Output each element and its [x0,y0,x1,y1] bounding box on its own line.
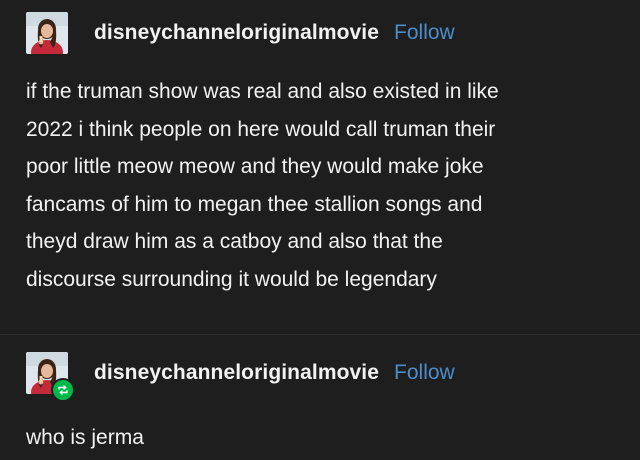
profile-avatar-icon [26,12,68,54]
post: disneychanneloriginalmovie Follow if the… [0,0,640,334]
post-line: 2022 i think people on here would call t… [26,117,496,141]
reblog-badge [51,378,75,402]
post-header: disneychanneloriginalmovie Follow [26,12,455,54]
avatar[interactable] [26,352,75,402]
username[interactable]: disneychanneloriginalmovie [94,21,379,45]
post-body: who is jerma [26,426,144,449]
reblog-post: disneychanneloriginalmovie Follow who is… [0,335,640,460]
post-body: if the truman show was real and also exi… [26,73,626,298]
reblog-icon [58,385,68,395]
post-line: theyd draw him as a catboy and also that… [26,230,443,253]
post-line: poor little meow meow and they would mak… [26,155,484,178]
follow-button[interactable]: Follow [394,21,455,45]
post-header: disneychanneloriginalmovie Follow [26,352,455,402]
username[interactable]: disneychanneloriginalmovie [94,361,379,385]
post-line: discourse surrounding it would be legend… [26,267,437,291]
avatar[interactable] [26,12,68,54]
post-line: fancams of him to megan thee stallion so… [26,192,483,216]
post-line: if the truman show was real and also exi… [26,80,499,103]
follow-button[interactable]: Follow [394,361,455,385]
